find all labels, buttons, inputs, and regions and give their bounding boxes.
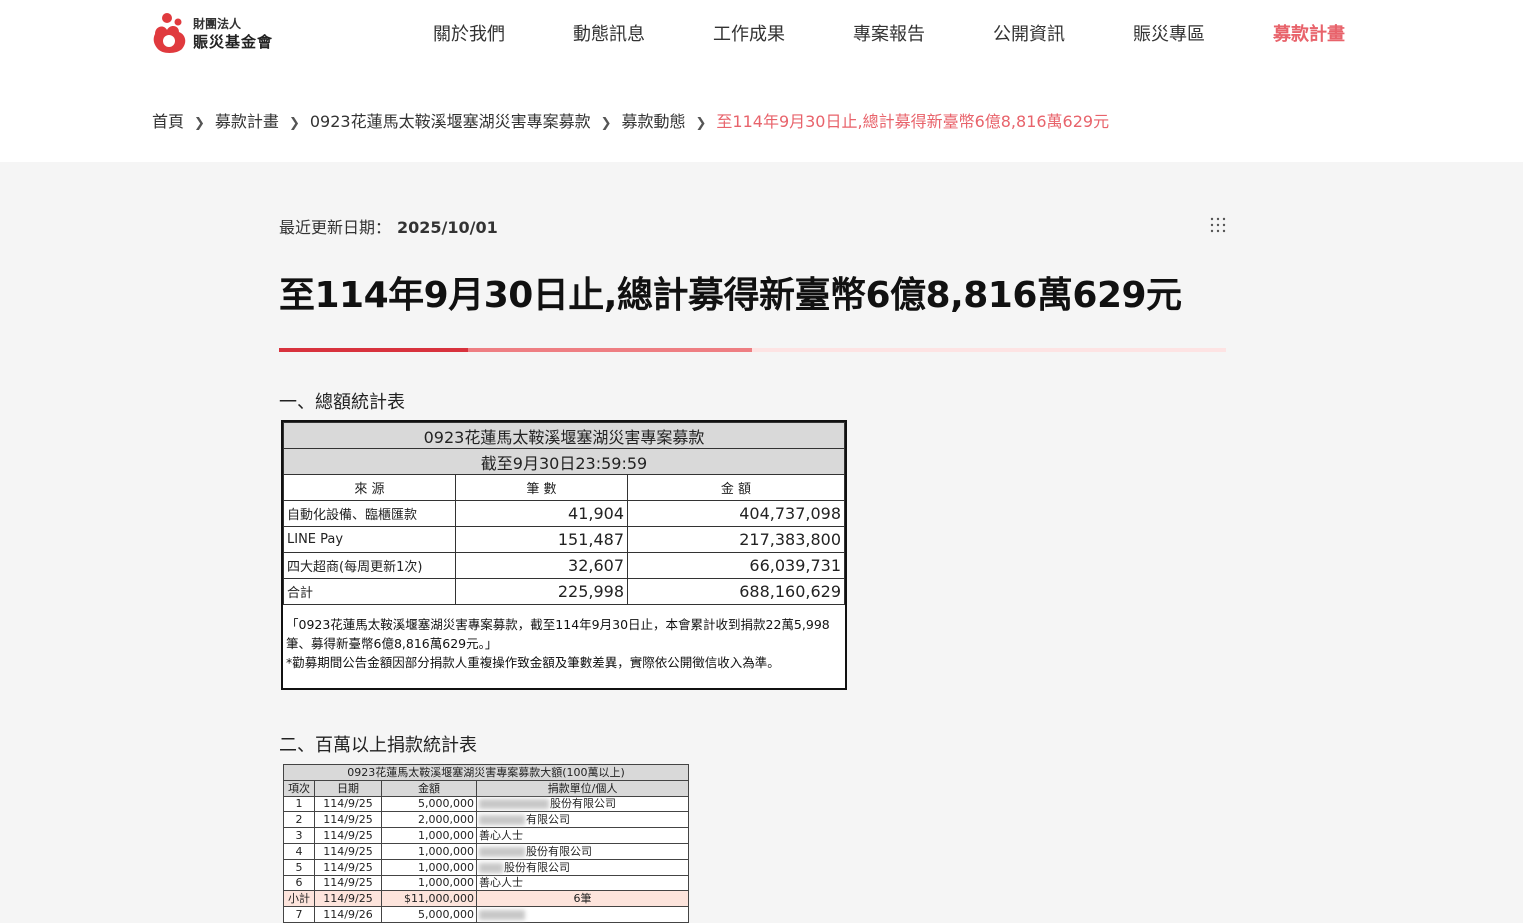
table-row: 1 114/9/25 5,000,000 股份有限公司 [283, 795, 689, 813]
table1-subtitle: 截至9月30日23:59:59 [283, 448, 845, 475]
nav-disaster-zone[interactable]: 賑災專區 [1133, 20, 1205, 46]
breadcrumb-campaign[interactable]: 0923花蓮馬太鞍溪堰塞湖災害專案募款 [310, 112, 591, 131]
update-date-value: 2025/10/01 [397, 218, 498, 237]
nav-public-info[interactable]: 公開資訊 [993, 20, 1065, 46]
breadcrumb-fundraising[interactable]: 募款計畫 [215, 112, 279, 131]
table2-header-date: 日期 [314, 779, 382, 797]
redacted-name [479, 846, 525, 857]
update-date-label: 最近更新日期： [279, 218, 392, 237]
table1-header-source: 來 源 [283, 474, 456, 501]
table1-header-count: 筆 數 [455, 474, 628, 501]
redacted-name [479, 862, 503, 873]
page-title: 至114年9月30日止,總計募得新臺幣6億8,816萬629元 [279, 275, 1182, 316]
table-row-total: 合計 225,998 688,160,629 [283, 578, 845, 605]
chevron-right-icon: ❯ [288, 116, 300, 131]
table-row: 3 114/9/25 1,000,000 善心人士 [283, 827, 689, 844]
nav-about[interactable]: 關於我們 [433, 20, 505, 46]
nav-news[interactable]: 動態訊息 [573, 20, 645, 46]
total-stats-table: 0923花蓮馬太鞍溪堰塞湖災害專案募款 截至9月30日23:59:59 來 源 … [281, 420, 847, 690]
share-grid-icon[interactable] [1209, 216, 1227, 234]
table-row: 7 114/9/26 5,000,000 [283, 906, 689, 923]
logo-title: 賑災基金會 [193, 33, 274, 51]
table-row: 自動化設備、臨櫃匯款 41,904 404,737,098 [283, 500, 845, 527]
table-row: 四大超商(每周更新1次) 32,607 66,039,731 [283, 552, 845, 579]
section-large-donations-heading: 二、百萬以上捐款統計表 [279, 735, 477, 756]
table1-title: 0923花蓮馬太鞍溪堰塞湖災害專案募款 [283, 422, 845, 449]
table1-note: 「0923花蓮馬太鞍溪堰塞湖災害專案募款，截至114年9月30日止，本會累計收到… [283, 605, 845, 678]
foundation-logo-icon [153, 13, 186, 53]
nav-results[interactable]: 工作成果 [713, 20, 785, 46]
title-divider [279, 348, 1226, 352]
table1-note-summary: 「0923花蓮馬太鞍溪堰塞湖災害專案募款，截至114年9月30日止，本會累計收到… [286, 617, 830, 651]
table2-header-amount: 金額 [381, 779, 477, 797]
logo-subtitle: 財團法人 [193, 17, 242, 31]
table2-header-donor: 捐款單位/個人 [476, 779, 689, 797]
table2-title: 0923花蓮馬太鞍溪堰塞湖災害專案募款大額(100萬以上) [283, 764, 689, 781]
table-row-subtotal: 小計 114/9/25 $11,000,000 6筆 [283, 890, 689, 908]
chevron-right-icon: ❯ [194, 116, 205, 131]
table-row: 4 114/9/25 1,000,000 股份有限公司 [283, 842, 689, 860]
breadcrumb: 首頁 ❯ 募款計畫 ❯ 0923花蓮馬太鞍溪堰塞湖災害專案募款 ❯ 募款動態 ❯ 至114年9月… [152, 108, 1109, 132]
section-total-heading: 一、總額統計表 [279, 392, 405, 413]
chevron-right-icon: ❯ [600, 116, 612, 131]
header: 財團法人 賑災基金會 關於我們 動態訊息 工作成果 專案報告 公開資訊 賑災專區… [0, 0, 1523, 162]
redacted-name [479, 799, 549, 810]
table1-note-disclaimer: *勸募期間公告金額因部分捐款人重複操作致金額及筆數差異，實際依公開徵信收入為準。 [286, 655, 780, 670]
nav-fundraising[interactable]: 募款計畫 [1273, 20, 1345, 46]
redacted-name [479, 815, 525, 826]
large-donations-table: 0923花蓮馬太鞍溪堰塞湖災害專案募款大額(100萬以上) 項次 日期 金額 捐… [283, 764, 689, 923]
chevron-right-icon: ❯ [695, 116, 707, 131]
table1-header-amount: 金 額 [627, 474, 845, 501]
breadcrumb-current: 至114年9月30日止,總計募得新臺幣6億8,816萬629元 [716, 112, 1110, 131]
breadcrumb-home[interactable]: 首頁 [152, 112, 184, 131]
update-date: 最近更新日期： 2025/10/01 [279, 214, 498, 238]
table-row: LINE Pay 151,487 217,383,800 [283, 526, 845, 553]
table2-header-no: 項次 [283, 779, 315, 797]
redacted-name [479, 910, 525, 921]
nav-reports[interactable]: 專案報告 [853, 20, 925, 46]
breadcrumb-updates[interactable]: 募款動態 [621, 112, 685, 131]
table-row: 5 114/9/25 1,000,000 股份有限公司 [283, 858, 689, 876]
table-row: 6 114/9/25 1,000,000 善心人士 [283, 874, 689, 892]
table-row: 2 114/9/25 2,000,000 有限公司 [283, 811, 689, 829]
logo[interactable]: 財團法人 賑災基金會 [152, 12, 282, 56]
